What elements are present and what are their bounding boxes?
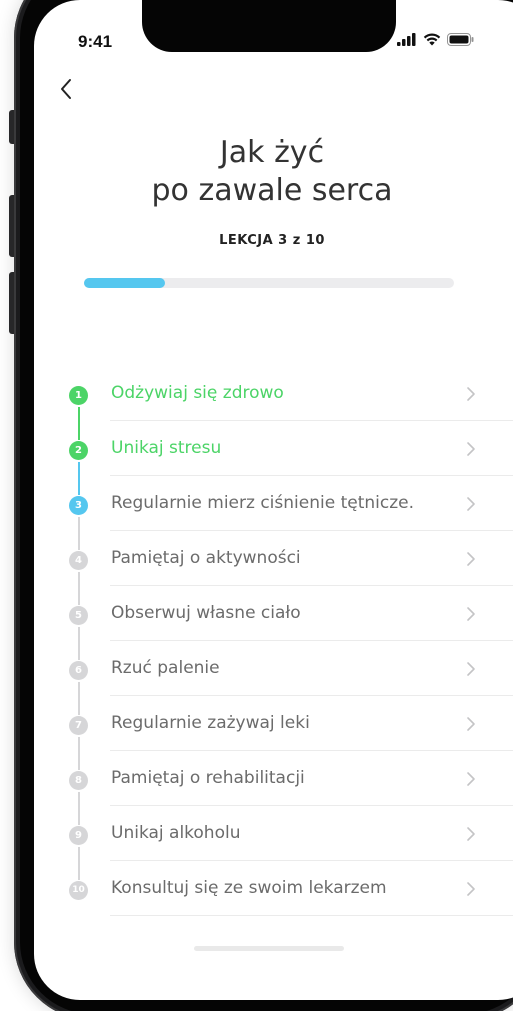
lesson-number-badge: 1 bbox=[69, 386, 88, 405]
chevron-right-icon bbox=[467, 552, 475, 566]
chevron-right-icon bbox=[467, 442, 475, 456]
battery-icon bbox=[447, 33, 474, 46]
lesson-title: Regularnie mierz ciśnienie tętnicze. bbox=[111, 493, 414, 513]
lesson-number-badge: 5 bbox=[69, 606, 88, 625]
lesson-title: Odżywiaj się zdrowo bbox=[111, 383, 284, 403]
lesson-item-3[interactable]: 3 Regularnie mierz ciśnienie tętnicze. bbox=[34, 476, 513, 550]
lesson-progress-bar bbox=[84, 278, 454, 288]
app-stage: 9:41 Jak żyć po zawale serca LEKCJA 3 z … bbox=[0, 0, 513, 1011]
chevron-right-icon bbox=[467, 717, 475, 731]
lesson-title: Pamiętaj o rehabilitacji bbox=[111, 768, 305, 788]
lesson-number-badge: 6 bbox=[69, 661, 88, 680]
chevron-right-icon bbox=[467, 662, 475, 676]
phone-notch bbox=[142, 0, 396, 52]
lesson-item-5[interactable]: 5 Obserwuj własne ciało bbox=[34, 586, 513, 660]
chevron-right-icon bbox=[467, 387, 475, 401]
chevron-right-icon bbox=[467, 607, 475, 621]
phone-frame: 9:41 Jak żyć po zawale serca LEKCJA 3 z … bbox=[14, 0, 513, 1011]
lesson-number-badge: 4 bbox=[69, 551, 88, 570]
status-time: 9:41 bbox=[78, 32, 113, 51]
lesson-item-2[interactable]: 2 Unikaj stresu bbox=[34, 421, 513, 495]
lesson-number-badge: 3 bbox=[69, 496, 88, 515]
lesson-counter: LEKCJA 3 z 10 bbox=[219, 233, 325, 248]
lesson-item-9[interactable]: 9 Unikaj alkoholu bbox=[34, 806, 513, 880]
chevron-right-icon bbox=[467, 827, 475, 841]
chevron-right-icon bbox=[467, 497, 475, 511]
page-title-line-2: po zawale serca bbox=[151, 173, 393, 208]
lesson-progress-fill bbox=[84, 278, 166, 288]
lesson-item-10[interactable]: 10 Konsultuj się ze swoim lekarzem bbox=[34, 861, 513, 916]
status-icons bbox=[397, 33, 474, 46]
lesson-number-badge: 7 bbox=[69, 716, 88, 735]
lesson-number-badge: 2 bbox=[69, 441, 88, 460]
lesson-title: Konsultuj się ze swoim lekarzem bbox=[111, 878, 387, 898]
page-title-line-1: Jak żyć bbox=[219, 135, 325, 170]
home-indicator bbox=[194, 946, 344, 951]
lesson-item-1[interactable]: 1 Odżywiaj się zdrowo bbox=[34, 366, 513, 440]
lesson-list: 1 Odżywiaj się zdrowo 2 Unikaj stresu 3 Regul… bbox=[34, 366, 513, 916]
lesson-title: Unikaj stresu bbox=[111, 438, 222, 458]
back-button[interactable] bbox=[52, 74, 82, 104]
lesson-title: Rzuć palenie bbox=[111, 658, 220, 678]
lesson-item-7[interactable]: 7 Regularnie zażywaj leki bbox=[34, 696, 513, 770]
lesson-item-4[interactable]: 4 Pamiętaj o aktywności bbox=[34, 531, 513, 605]
lesson-title: Obserwuj własne ciało bbox=[111, 603, 301, 623]
signal-icon bbox=[397, 33, 416, 46]
chevron-right-icon bbox=[467, 882, 475, 896]
lesson-item-8[interactable]: 8 Pamiętaj o rehabilitacji bbox=[34, 751, 513, 825]
lesson-title: Regularnie zażywaj leki bbox=[111, 713, 310, 733]
wifi-icon bbox=[423, 33, 441, 46]
chevron-right-icon bbox=[467, 772, 475, 786]
lesson-title: Unikaj alkoholu bbox=[111, 823, 241, 843]
lesson-number-badge: 9 bbox=[69, 826, 88, 845]
lesson-number-badge: 10 bbox=[69, 881, 88, 900]
list-divider bbox=[110, 915, 513, 916]
chevron-left-icon bbox=[61, 79, 71, 99]
lesson-title: Pamiętaj o aktywności bbox=[111, 548, 301, 568]
phone-bezel: 9:41 Jak żyć po zawale serca LEKCJA 3 z … bbox=[20, 0, 513, 1011]
lesson-number-badge: 8 bbox=[69, 771, 88, 790]
lesson-item-6[interactable]: 6 Rzuć palenie bbox=[34, 641, 513, 715]
phone-screen: 9:41 Jak żyć po zawale serca LEKCJA 3 z … bbox=[34, 0, 513, 1000]
